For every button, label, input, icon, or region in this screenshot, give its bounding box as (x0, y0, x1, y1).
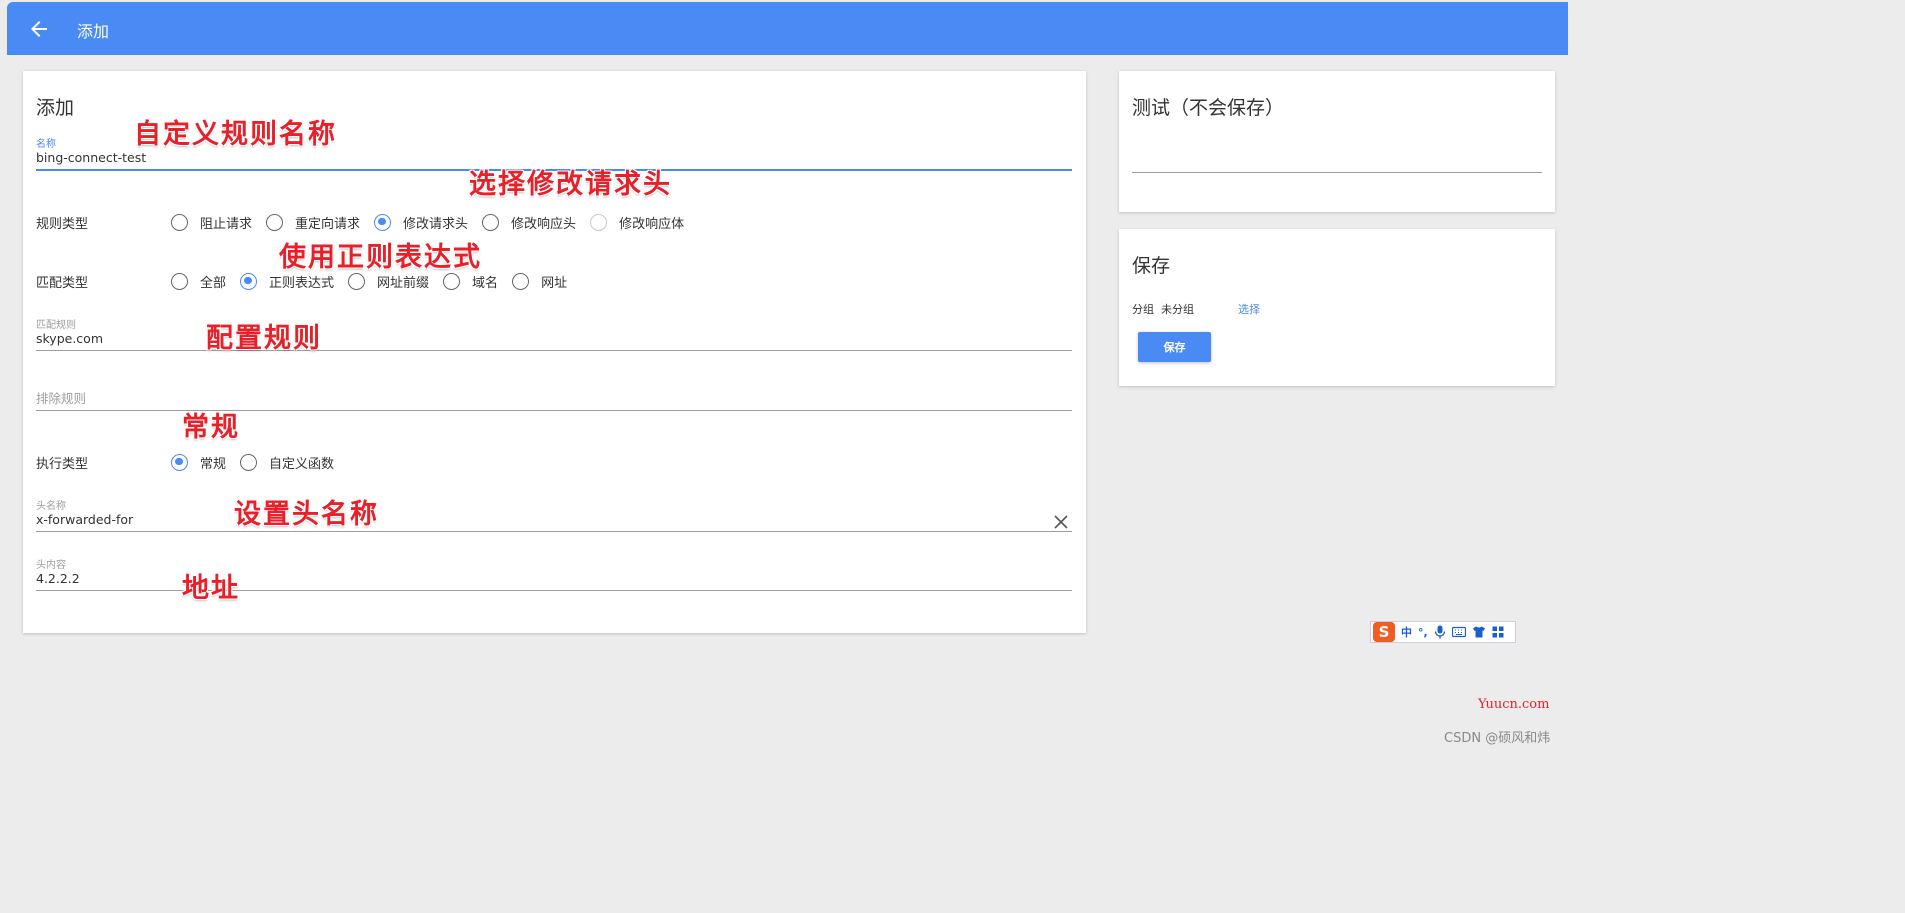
radio-unchecked-icon[interactable] (266, 213, 284, 231)
radio-checked-icon[interactable] (374, 213, 392, 231)
radio-unchecked-icon[interactable] (512, 272, 530, 290)
ime-punct[interactable]: °, (1418, 626, 1428, 639)
save-card: 保存 分组 未分组 选择 保存 (1119, 229, 1555, 386)
radio-unchecked-icon[interactable] (171, 213, 188, 231)
save-card-title: 保存 (1132, 255, 1171, 277)
annotation-exec-type: 常规 (182, 412, 240, 443)
radio-unchecked-icon[interactable] (348, 272, 366, 290)
grid-icon[interactable] (1492, 626, 1504, 638)
radio-checked-icon[interactable] (171, 453, 188, 471)
radio-unchecked-icon[interactable] (443, 272, 461, 290)
test-card-title: 测试（不会保存） (1132, 97, 1285, 119)
save-button[interactable]: 保存 (1138, 332, 1211, 362)
mic-icon[interactable] (1434, 625, 1446, 639)
match-type-group: 匹配类型 全部 正则表达式 网址前缀 域名 网址 (36, 271, 581, 291)
match-type-option-prefix[interactable]: 网址前缀 (348, 272, 429, 291)
site-watermark: Yuucn.com (1478, 697, 1550, 712)
arrow-left-icon[interactable] (27, 17, 51, 41)
clear-icon[interactable] (1054, 515, 1068, 529)
form-title: 添加 (36, 97, 75, 119)
app-bar-title: 添加 (77, 22, 110, 41)
group-label: 分组 (1132, 303, 1154, 316)
annotation-header-value: 地址 (182, 573, 240, 604)
header-name-input[interactable]: x-forwarded-for (36, 509, 1072, 531)
exec-type-group: 执行类型 常规 自定义函数 (36, 452, 348, 472)
match-type-option-url[interactable]: 网址 (512, 272, 567, 291)
header-name-field[interactable]: 头名称 x-forwarded-for (36, 497, 1072, 532)
test-url-underline (1132, 172, 1542, 173)
match-rule-underline (36, 350, 1072, 351)
exec-type-option-normal[interactable]: 常规 (171, 453, 226, 472)
select-group-link[interactable]: 选择 (1238, 301, 1260, 317)
match-type-option-regex[interactable]: 正则表达式 (240, 272, 334, 291)
annotation-match-rule: 配置规则 (206, 323, 322, 354)
test-url-input[interactable] (1132, 149, 1542, 171)
app-bar: 添加 (7, 2, 1568, 55)
rule-type-option-modify-response-header[interactable]: 修改响应头 (482, 213, 576, 232)
keyboard-icon[interactable] (1451, 626, 1466, 638)
exclude-rule-label-spacer (36, 376, 1072, 388)
annotation-header-name: 设置头名称 (234, 499, 379, 530)
match-rule-field[interactable]: 匹配规则 skype.com (36, 316, 1072, 351)
rule-type-group: 规则类型 阻止请求 重定向请求 修改请求头 修改响应头 修改响应体 (36, 212, 698, 232)
match-type-option-all[interactable]: 全部 (171, 272, 226, 291)
exec-type-label: 执行类型 (36, 456, 89, 472)
shirt-icon[interactable] (1472, 626, 1486, 638)
radio-checked-icon[interactable] (240, 272, 258, 290)
header-name-label: 头名称 (36, 501, 66, 512)
annotation-rule-type: 选择修改请求头 (469, 169, 672, 200)
radio-disabled-icon (590, 213, 608, 231)
radio-unchecked-icon[interactable] (240, 453, 258, 471)
rule-type-label: 规则类型 (36, 216, 89, 232)
rule-type-option-modify-response-body: 修改响应体 (590, 213, 684, 232)
ime-toolbar[interactable]: S 中 °, (1370, 621, 1516, 643)
rule-form-card: 添加 名称 bing-connect-test 规则类型 阻止请求 重定向请求 … (23, 71, 1086, 633)
match-rule-label: 匹配规则 (36, 320, 76, 331)
group-value: 未分组 (1161, 303, 1194, 316)
match-rule-input[interactable]: skype.com (36, 328, 1072, 350)
group-row: 分组 未分组 (1132, 301, 1194, 317)
rule-type-option-redirect[interactable]: 重定向请求 (266, 213, 360, 232)
match-type-option-domain[interactable]: 域名 (443, 272, 498, 291)
sogou-logo-icon[interactable]: S (1373, 622, 1395, 642)
exec-type-option-custom-function[interactable]: 自定义函数 (240, 453, 334, 472)
radio-unchecked-icon[interactable] (482, 213, 500, 231)
test-card: 测试（不会保存） (1119, 71, 1555, 212)
rule-type-option-block[interactable]: 阻止请求 (171, 213, 252, 232)
author-watermark: CSDN @硕风和炜 (1444, 731, 1551, 746)
ime-mode[interactable]: 中 (1401, 624, 1412, 640)
annotation-name: 自定义规则名称 (134, 119, 337, 150)
header-name-underline (36, 531, 1072, 532)
annotation-match-type: 使用正则表达式 (279, 242, 482, 273)
match-type-label: 匹配类型 (36, 275, 89, 291)
rule-type-option-modify-request-header[interactable]: 修改请求头 (374, 213, 468, 232)
radio-unchecked-icon[interactable] (171, 272, 188, 290)
